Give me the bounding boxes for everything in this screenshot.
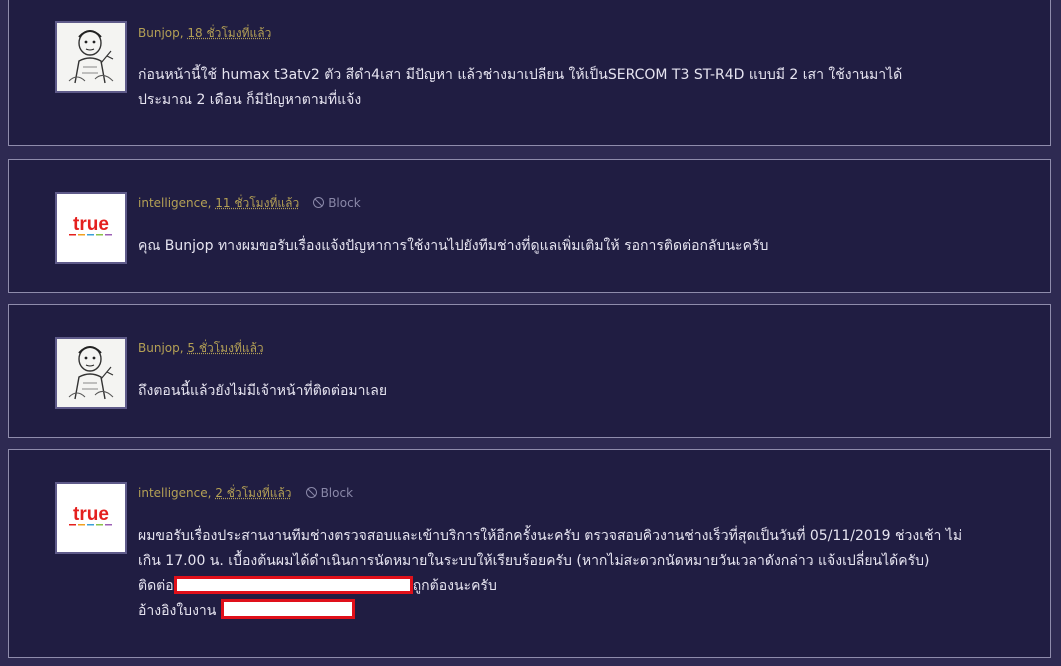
block-button[interactable]: Block — [305, 486, 354, 500]
avatar[interactable]: true — [55, 482, 127, 554]
comment-meta: Bunjop, 18 ชั่วโมงที่แล้ว — [138, 26, 272, 40]
avatar[interactable]: true — [55, 192, 127, 264]
timestamp[interactable]: 11 ชั่วโมงที่แล้ว — [215, 196, 299, 210]
svg-text:true: true — [73, 504, 109, 525]
comment-line: ก่อนหน้านี้ใช้ humax t3atv2 ตัว สีดำ4เสา… — [138, 67, 903, 83]
user-sketch-icon — [57, 23, 125, 91]
comment-meta: intelligence, 11 ชั่วโมงที่แล้ว Block — [138, 196, 361, 210]
author-name[interactable]: intelligence — [138, 196, 208, 210]
timestamp[interactable]: 2 ชั่วโมงที่แล้ว — [215, 486, 291, 500]
comment-line: ผมขอรับเรื่องประสานงานทีมช่างตรวจสอบและเ… — [138, 528, 963, 544]
user-sketch-icon — [57, 339, 125, 407]
reference-prefix: อ้างอิงใบงาน — [138, 603, 217, 619]
comment-body: ก่อนหน้านี้ใช้ humax t3atv2 ตัว สีดำ4เสา… — [138, 63, 1032, 113]
block-label: Block — [328, 196, 361, 210]
author-name[interactable]: Bunjop — [138, 26, 180, 40]
redaction-box — [173, 576, 413, 594]
comment-line: ประมาณ 2 เดือน ก็มีปัญหาตามที่แจ้ง — [138, 92, 362, 108]
reference-line: อ้างอิงใบงาน — [138, 599, 1032, 624]
block-label: Block — [320, 486, 354, 500]
timestamp[interactable]: 18 ชั่วโมงที่แล้ว — [187, 26, 271, 40]
true-logo-icon: true — [57, 484, 125, 552]
comment-body: ถึงตอนนี้แล้วยังไม่มีเจ้าหน้าที่ติดต่อมา… — [138, 379, 1032, 404]
true-logo-icon: true — [57, 194, 125, 262]
contact-suffix: ถูกต้องนะครับ — [412, 578, 497, 594]
timestamp[interactable]: 5 ชั่วโมงที่แล้ว — [187, 341, 263, 355]
svg-text:true: true — [73, 214, 109, 235]
comment-line: เกิน 17.00 น. เบื้องต้นผมได้ดำเนินการนัด… — [138, 553, 930, 569]
comment-line: คุณ Bunjop ทางผมขอรับเรื่องแจ้งปัญหาการใ… — [138, 238, 769, 254]
block-icon — [313, 197, 325, 208]
comment-meta: Bunjop, 5 ชั่วโมงที่แล้ว — [138, 341, 264, 355]
contact-line: ติดต่อ ถูกต้องนะครับ — [138, 574, 1032, 599]
comment-body: ผมขอรับเรื่องประสานงานทีมช่างตรวจสอบและเ… — [138, 524, 1032, 624]
comment-card: true intelligence, 2 ชั่วโมงที่แล้ว Block… — [8, 449, 1051, 658]
contact-prefix: ติดต่อ — [138, 578, 174, 594]
author-name[interactable]: intelligence — [138, 486, 208, 500]
avatar[interactable] — [55, 21, 127, 93]
comment-body: คุณ Bunjop ทางผมขอรับเรื่องแจ้งปัญหาการใ… — [138, 234, 1032, 259]
block-icon — [305, 487, 317, 498]
comment-meta: intelligence, 2 ชั่วโมงที่แล้ว Block — [138, 486, 354, 500]
comment-card: Bunjop, 18 ชั่วโมงที่แล้ว ก่อนหน้านี้ใช้… — [8, 0, 1051, 146]
block-button[interactable]: Block — [313, 196, 361, 210]
author-name[interactable]: Bunjop — [138, 341, 180, 355]
comment-card: Bunjop, 5 ชั่วโมงที่แล้ว ถึงตอนนี้แล้วยั… — [8, 304, 1051, 438]
avatar[interactable] — [55, 337, 127, 409]
comment-card: true intelligence, 11 ชั่วโมงที่แล้ว Bloc… — [8, 159, 1051, 293]
comment-line: ถึงตอนนี้แล้วยังไม่มีเจ้าหน้าที่ติดต่อมา… — [138, 383, 388, 399]
redaction-box — [220, 599, 355, 619]
